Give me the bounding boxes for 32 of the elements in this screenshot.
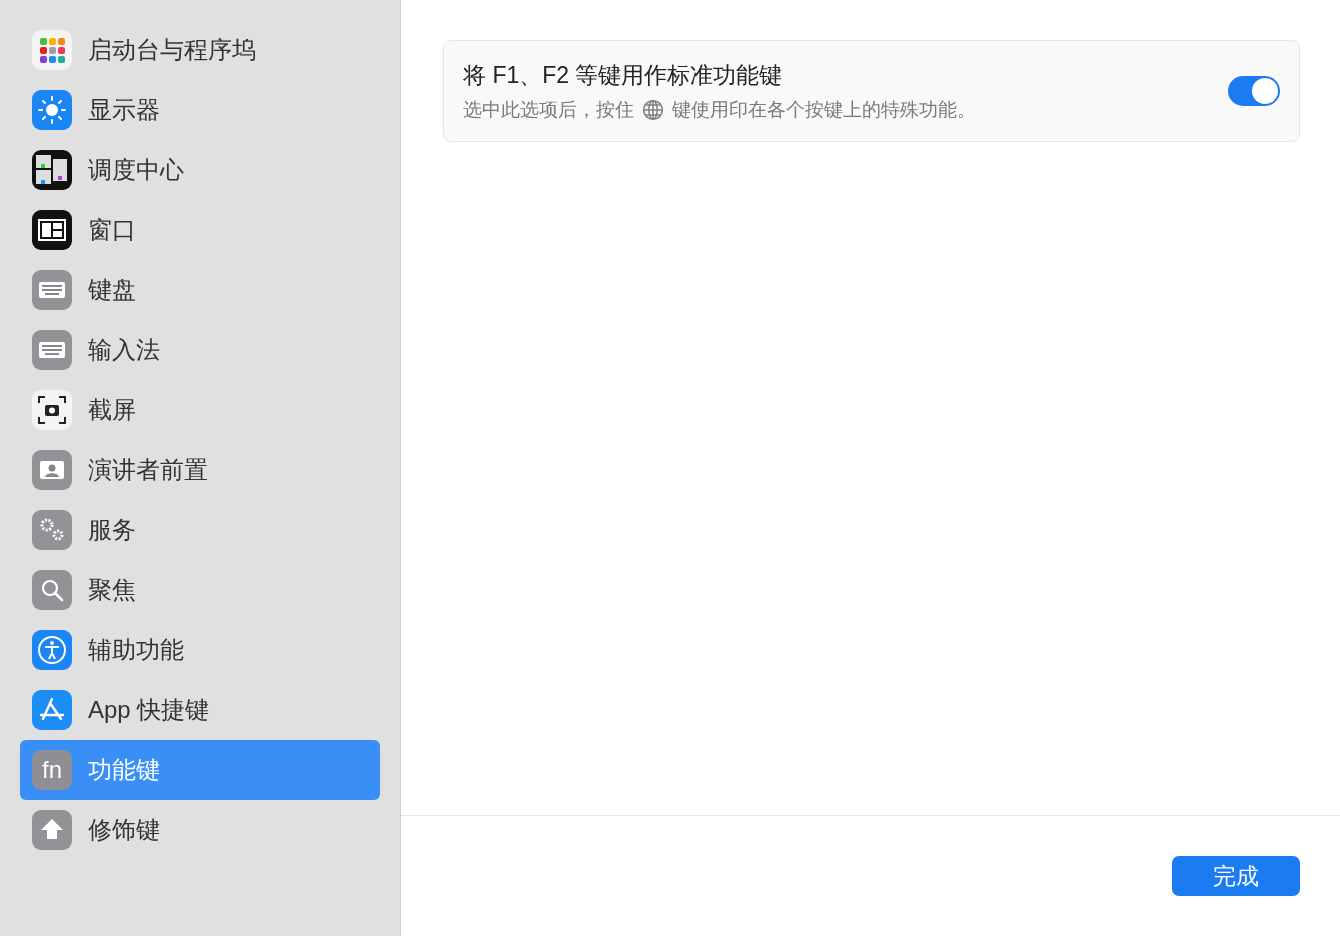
launchpad-icon: [32, 30, 72, 70]
toggle-switch[interactable]: [1228, 76, 1280, 106]
fn-key-icon: fn: [32, 750, 72, 790]
sidebar-item[interactable]: App 快捷键: [20, 680, 380, 740]
setting-title: 将 F1、F2 等键用作标准功能键: [463, 60, 784, 90]
sidebar-item[interactable]: 聚焦: [20, 560, 380, 620]
keyboard-icon: [32, 270, 72, 310]
person-icon: [32, 450, 72, 490]
sidebar-item[interactable]: 输入法: [20, 320, 380, 380]
setting-description: 键使用印在各个按键上的特殊功能。: [672, 97, 976, 122]
camera-icon: [32, 390, 72, 430]
done-button[interactable]: 完成: [1172, 856, 1300, 896]
window-icon: [32, 210, 72, 250]
accessibility-icon: [32, 630, 72, 670]
sidebar-item[interactable]: 修饰键: [20, 800, 380, 860]
sidebar-item[interactable]: 服务: [20, 500, 380, 560]
sidebar-item[interactable]: 调度中心: [20, 140, 380, 200]
windows-icon: [32, 150, 72, 190]
sidebar-item[interactable]: 显示器: [20, 80, 380, 140]
sidebar-item[interactable]: 启动台与程序坞: [20, 20, 380, 80]
sidebar-item[interactable]: 演讲者前置: [20, 440, 380, 500]
setting-description: 选中此选项后，按住: [463, 97, 634, 122]
gears-icon: [32, 510, 72, 550]
sun-icon: [32, 90, 72, 130]
sidebar-item[interactable]: 窗口: [20, 200, 380, 260]
search-icon: [32, 570, 72, 610]
sidebar-item[interactable]: 辅助功能: [20, 620, 380, 680]
app-store-icon: [32, 690, 72, 730]
globe-icon: [642, 98, 664, 121]
keyboard-icon: [32, 330, 72, 370]
sidebar-item[interactable]: 键盘: [20, 260, 380, 320]
sidebar-item[interactable]: 截屏: [20, 380, 380, 440]
